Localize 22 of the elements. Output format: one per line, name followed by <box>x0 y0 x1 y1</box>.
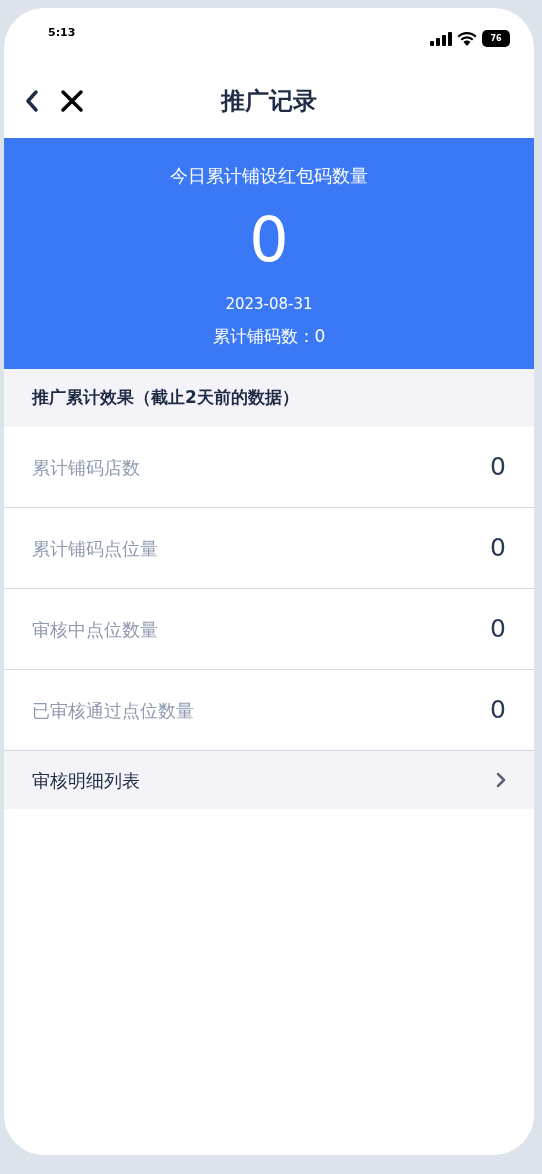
stat-value: 0 <box>490 613 506 646</box>
banner-title: 今日累计铺设红包码数量 <box>170 164 368 188</box>
banner-date: 2023-08-31 <box>225 294 313 315</box>
stat-value: 0 <box>490 694 506 727</box>
stat-label: 累计铺码店数 <box>32 455 140 480</box>
stat-label: 累计铺码点位量 <box>32 536 158 561</box>
page-title: 推广记录 <box>221 86 317 117</box>
total-count: 累计铺码数：0 <box>212 324 326 348</box>
back-button[interactable] <box>24 89 40 113</box>
signal-icon <box>430 31 452 46</box>
close-button[interactable] <box>60 89 84 113</box>
section-header: 推广累计效果（截止2天前的数据） <box>4 369 534 427</box>
stat-value: 0 <box>490 532 506 565</box>
battery-icon: 76 <box>482 30 510 47</box>
detail-list-item[interactable]: 审核明细列表 <box>4 751 534 809</box>
stat-label: 已审核通过点位数量 <box>32 698 194 723</box>
wifi-icon <box>457 31 477 46</box>
chevron-icon <box>496 772 506 788</box>
stat-value: 0 <box>490 451 506 484</box>
today-count: 0 <box>249 209 289 271</box>
status-time: 5:13 <box>48 25 76 41</box>
stat-label: 审核中点位数量 <box>32 617 158 642</box>
